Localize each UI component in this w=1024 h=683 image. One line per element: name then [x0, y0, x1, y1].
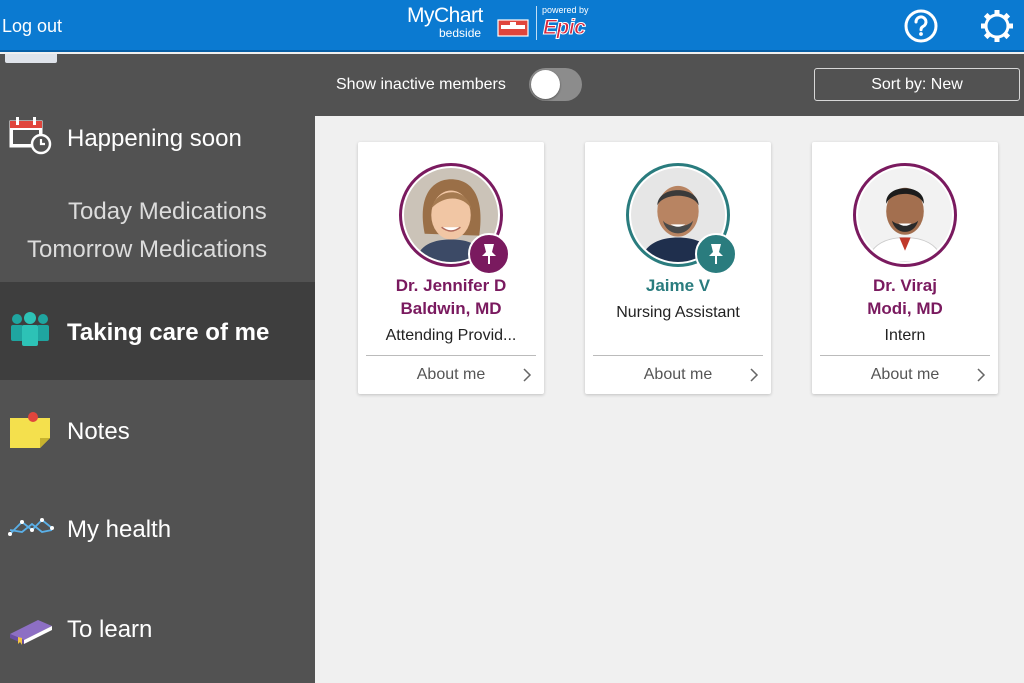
- filter-bar: Show inactive members Sort by: New: [315, 54, 1024, 116]
- provider-name-line1: Dr. Viraj: [873, 276, 937, 295]
- logout-button[interactable]: Log out: [2, 16, 62, 37]
- logo-mychart-text: MyChart: [407, 4, 483, 27]
- sidebar-nav: Happening soon Today Medications Tomorro…: [0, 54, 315, 683]
- care-team-list: Dr. Jennifer D Baldwin, MD Attending Pro…: [315, 116, 1024, 683]
- logo-bedside-text: bedside: [439, 26, 482, 40]
- book-icon: [10, 620, 52, 645]
- bed-icon: [497, 19, 529, 37]
- pin-icon: [482, 244, 496, 264]
- provider-name-line1: Jaime V: [645, 276, 711, 295]
- logo-epic-text: Epic: [542, 16, 586, 40]
- toggle-knob: [531, 70, 560, 99]
- avatar: [853, 163, 957, 267]
- about-me-link[interactable]: About me: [812, 356, 998, 394]
- chevron-right-icon: [750, 368, 759, 382]
- provider-name-line2: Modi, MD: [867, 299, 943, 318]
- care-team-card[interactable]: Dr. Jennifer D Baldwin, MD Attending Pro…: [358, 142, 544, 394]
- sidebar-item-label: To learn: [67, 616, 153, 643]
- pinned-badge: [468, 233, 510, 275]
- sticky-note-icon: [10, 412, 50, 448]
- today-medications-link[interactable]: Today Medications: [68, 198, 267, 226]
- pin-icon: [709, 244, 723, 264]
- calendar-clock-icon: [9, 117, 52, 155]
- chevron-right-icon: [977, 368, 986, 382]
- about-me-label: About me: [643, 366, 713, 383]
- care-team-icon: [11, 312, 49, 346]
- pinned-badge: [695, 233, 737, 275]
- show-inactive-label: Show inactive members: [336, 76, 506, 93]
- sidebar-item-to-learn[interactable]: To learn: [0, 594, 315, 664]
- spiritual-care-logo: [5, 54, 57, 63]
- sidebar-item-happening-soon[interactable]: Happening soon: [0, 104, 315, 174]
- health-chart-icon: [8, 518, 54, 536]
- sidebar-item-label: Taking care of me: [67, 319, 270, 346]
- about-me-link[interactable]: About me: [358, 356, 544, 394]
- top-bar: Log out MyChart bedside powered by Epic: [0, 0, 1024, 52]
- help-circle-icon[interactable]: [903, 8, 939, 44]
- about-me-label: About me: [870, 366, 940, 383]
- logo-separator: [536, 6, 537, 40]
- gear-icon[interactable]: [978, 7, 1016, 45]
- provider-name-line2: Baldwin, MD: [400, 299, 502, 318]
- logo-powered-by-text: powered by: [542, 5, 589, 15]
- provider-role: Intern: [884, 327, 926, 344]
- provider-photo: [858, 168, 952, 263]
- about-me-link[interactable]: About me: [585, 356, 771, 394]
- sidebar-item-my-health[interactable]: My health: [0, 494, 315, 564]
- sidebar-item-taking-care-of-me[interactable]: Taking care of me: [0, 282, 315, 380]
- sort-button[interactable]: Sort by: New: [814, 68, 1020, 101]
- care-team-card[interactable]: Jaime V Nursing Assistant About me: [585, 142, 771, 394]
- tomorrow-medications-link[interactable]: Tomorrow Medications: [27, 236, 267, 264]
- provider-role: Attending Provid...: [385, 327, 517, 344]
- care-team-card[interactable]: Dr. Viraj Modi, MD Intern About me: [812, 142, 998, 394]
- provider-role: Nursing Assistant: [616, 304, 740, 321]
- chevron-right-icon: [523, 368, 532, 382]
- sidebar-item-label: Happening soon: [67, 125, 242, 152]
- sidebar-item-notes[interactable]: Notes: [0, 396, 315, 466]
- sidebar-item-label: My health: [67, 516, 172, 543]
- show-inactive-toggle[interactable]: [529, 68, 582, 101]
- sidebar-item-label: Notes: [67, 418, 130, 445]
- provider-name-line1: Dr. Jennifer D: [395, 276, 507, 295]
- mychart-bedside-logo: MyChart bedside powered by Epic: [405, 4, 595, 44]
- about-me-label: About me: [416, 366, 486, 383]
